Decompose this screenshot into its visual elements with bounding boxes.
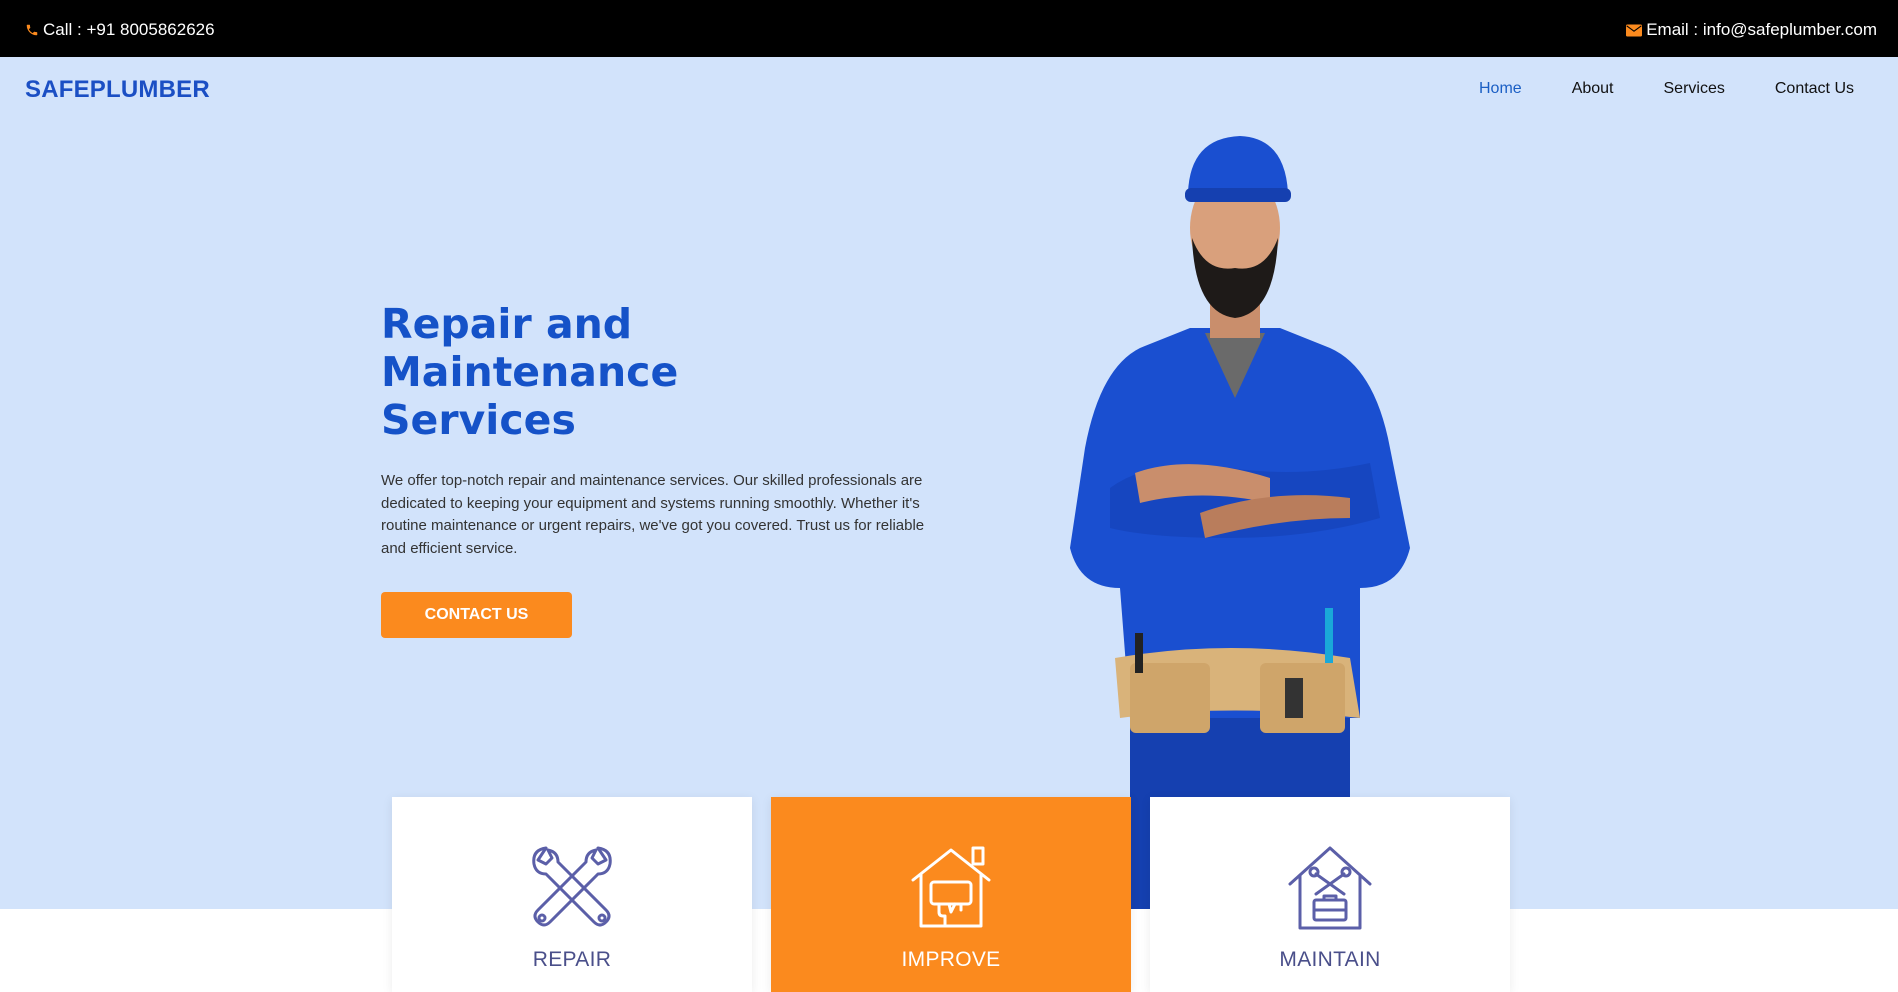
hero-section: [0, 57, 1898, 909]
nav-contact-us[interactable]: Contact Us: [1725, 80, 1854, 98]
wrench-cross-icon: [532, 846, 612, 927]
service-label-maintain: MAINTAIN: [1279, 948, 1381, 971]
service-card-improve[interactable]: IMPROVE: [771, 797, 1131, 992]
email-text: Email : info@safeplumber.com: [1646, 20, 1877, 39]
house-tools-icon: [1288, 846, 1372, 930]
hero-title: Repair and Maintenance Services: [381, 300, 679, 444]
service-card-maintain[interactable]: MAINTAIN: [1150, 797, 1510, 992]
nav-services[interactable]: Services: [1614, 80, 1725, 98]
nav-about[interactable]: About: [1522, 80, 1614, 98]
service-cards: REPAIR IMPROVE MAINTAIN: [392, 797, 1510, 992]
envelope-icon: [1626, 24, 1643, 36]
contact-us-button[interactable]: CONTACT US: [381, 592, 572, 638]
nav-home[interactable]: Home: [1429, 80, 1522, 98]
plumber-image: [1070, 136, 1410, 909]
call-text: Call : +91 8005862626: [43, 20, 215, 39]
email-info[interactable]: Email : info@safeplumber.com: [1626, 20, 1877, 40]
service-card-repair[interactable]: REPAIR: [392, 797, 752, 992]
house-paint-icon: [911, 846, 991, 928]
service-label-improve: IMPROVE: [901, 948, 1001, 971]
top-contact-bar: Call : +91 8005862626 Email : info@safep…: [0, 0, 1898, 57]
hero-description: We offer top-notch repair and maintenanc…: [381, 472, 925, 557]
service-label-repair: REPAIR: [532, 948, 612, 971]
call-info[interactable]: Call : +91 8005862626: [25, 20, 215, 40]
phone-icon: [26, 24, 38, 36]
main-nav: Home About Services Contact Us: [1429, 80, 1854, 98]
site-logo[interactable]: SAFEPLUMBER: [25, 76, 210, 104]
